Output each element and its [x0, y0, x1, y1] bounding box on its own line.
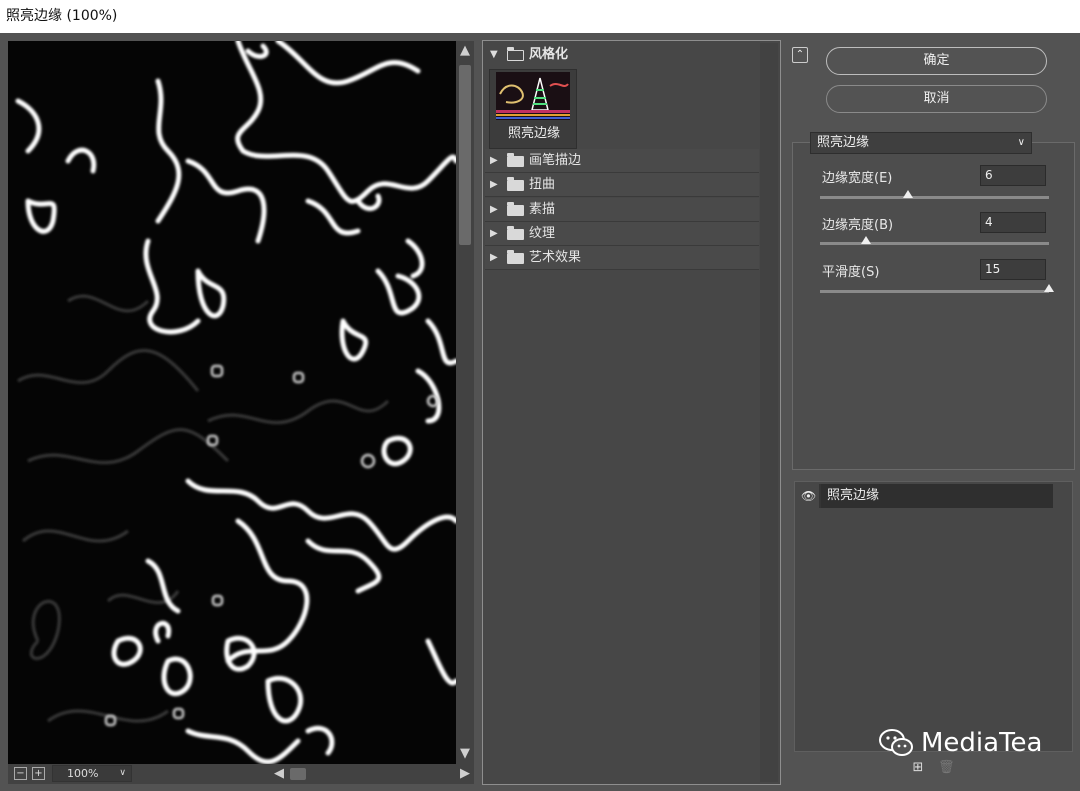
folder-open-icon: [506, 47, 524, 61]
zoom-select[interactable]: 100% ∨: [52, 765, 132, 782]
window-title: 照亮边缘 (100%): [0, 0, 1080, 33]
category-sketch[interactable]: ▶ 素描: [485, 198, 759, 222]
folder-icon: [507, 202, 524, 216]
scroll-down-icon[interactable]: ▼: [456, 744, 474, 764]
filter-thumb-label: 照亮边缘: [507, 126, 560, 141]
filter-select-value: 照亮边缘: [817, 135, 870, 150]
eye-icon[interactable]: 👁: [801, 489, 816, 503]
new-layer-icon[interactable]: ⊞: [910, 760, 926, 776]
edge-brightness-input[interactable]: 4: [980, 212, 1046, 233]
triangle-down-icon: ▼: [490, 49, 498, 60]
filter-gallery: ▼ 风格化 照亮边缘 ▶ 画笔描边 ▶ 扭曲 ▶ 素描 ▶ 纹理 ▶ 艺术效果: [482, 40, 781, 785]
filter-thumb-glowing-edges[interactable]: 照亮边缘: [489, 69, 577, 149]
trash-icon[interactable]: 🗑: [938, 760, 955, 776]
category-label: 风格化: [529, 47, 569, 62]
category-label: 扭曲: [529, 177, 556, 192]
category-label: 素描: [529, 202, 556, 217]
wechat-icon: [879, 729, 913, 756]
filter-thumbnail-image: [496, 72, 570, 120]
smoothness-label: 平滑度(S): [822, 265, 880, 280]
chevron-down-icon: ∨: [119, 768, 126, 778]
filter-preview-canvas[interactable]: [8, 41, 456, 764]
edge-brightness-slider[interactable]: [820, 236, 1049, 245]
triangle-right-icon: ▶: [490, 228, 498, 239]
triangle-right-icon: ▶: [490, 179, 498, 190]
slider-knob[interactable]: [860, 236, 871, 244]
scroll-thumb[interactable]: [459, 65, 471, 245]
cancel-button[interactable]: 取消: [826, 85, 1047, 113]
edge-brightness-label: 边缘亮度(B): [822, 218, 894, 233]
triangle-right-icon: ▶: [490, 204, 498, 215]
chevron-down-icon: ∨: [1017, 137, 1025, 148]
category-texture[interactable]: ▶ 纹理: [485, 222, 759, 246]
folder-icon: [507, 177, 524, 191]
folder-icon: [507, 226, 524, 240]
scroll-up-icon[interactable]: ▲: [456, 41, 474, 61]
category-distort[interactable]: ▶ 扭曲: [485, 173, 759, 197]
filter-select[interactable]: 照亮边缘 ∨: [810, 132, 1032, 154]
category-label: 艺术效果: [529, 250, 582, 265]
zoom-value: 100%: [67, 767, 99, 780]
slider-knob[interactable]: [903, 190, 914, 198]
gallery-scrollbar[interactable]: [760, 43, 778, 782]
effect-layer-item[interactable]: 👁 照亮边缘: [797, 484, 1053, 508]
smoothness-input[interactable]: 15: [980, 259, 1046, 280]
watermark-text: MediaTea: [921, 728, 1043, 758]
folder-icon: [507, 250, 524, 264]
triangle-right-icon: ▶: [490, 252, 498, 263]
effect-layers-panel: 👁 照亮边缘: [794, 481, 1073, 752]
category-brush-strokes[interactable]: ▶ 画笔描边: [485, 149, 759, 173]
preview-statusbar: − + 100% ∨ ◀ ▶: [8, 764, 474, 784]
preview-vertical-scrollbar[interactable]: ▲ ▼: [456, 41, 474, 764]
filter-settings-panel: [792, 142, 1075, 470]
triangle-right-icon: ▶: [490, 155, 498, 166]
category-stylize[interactable]: ▼ 风格化: [485, 43, 759, 67]
edge-width-slider[interactable]: [820, 190, 1049, 199]
scroll-right-icon[interactable]: ▶: [456, 764, 474, 784]
zoom-in-icon[interactable]: +: [32, 767, 45, 780]
slider-knob[interactable]: [1044, 284, 1054, 292]
scroll-left-icon[interactable]: ◀: [270, 764, 288, 784]
zoom-out-icon[interactable]: −: [14, 767, 27, 780]
smoothness-slider[interactable]: [820, 284, 1054, 293]
folder-icon: [507, 153, 524, 167]
preview-horizontal-scrollbar[interactable]: ◀ ▶: [270, 764, 474, 784]
edge-width-label: 边缘宽度(E): [822, 171, 893, 186]
category-label: 画笔描边: [529, 153, 582, 168]
ok-button[interactable]: 确定: [826, 47, 1047, 75]
scroll-thumb-horizontal[interactable]: [290, 768, 306, 780]
preview-image: [8, 41, 456, 764]
category-label: 纹理: [529, 226, 556, 241]
edge-width-input[interactable]: 6: [980, 165, 1046, 186]
effect-layer-label: 照亮边缘: [821, 484, 1053, 508]
collapse-gallery-icon[interactable]: ⌃: [792, 47, 808, 63]
category-artistic[interactable]: ▶ 艺术效果: [485, 246, 759, 270]
